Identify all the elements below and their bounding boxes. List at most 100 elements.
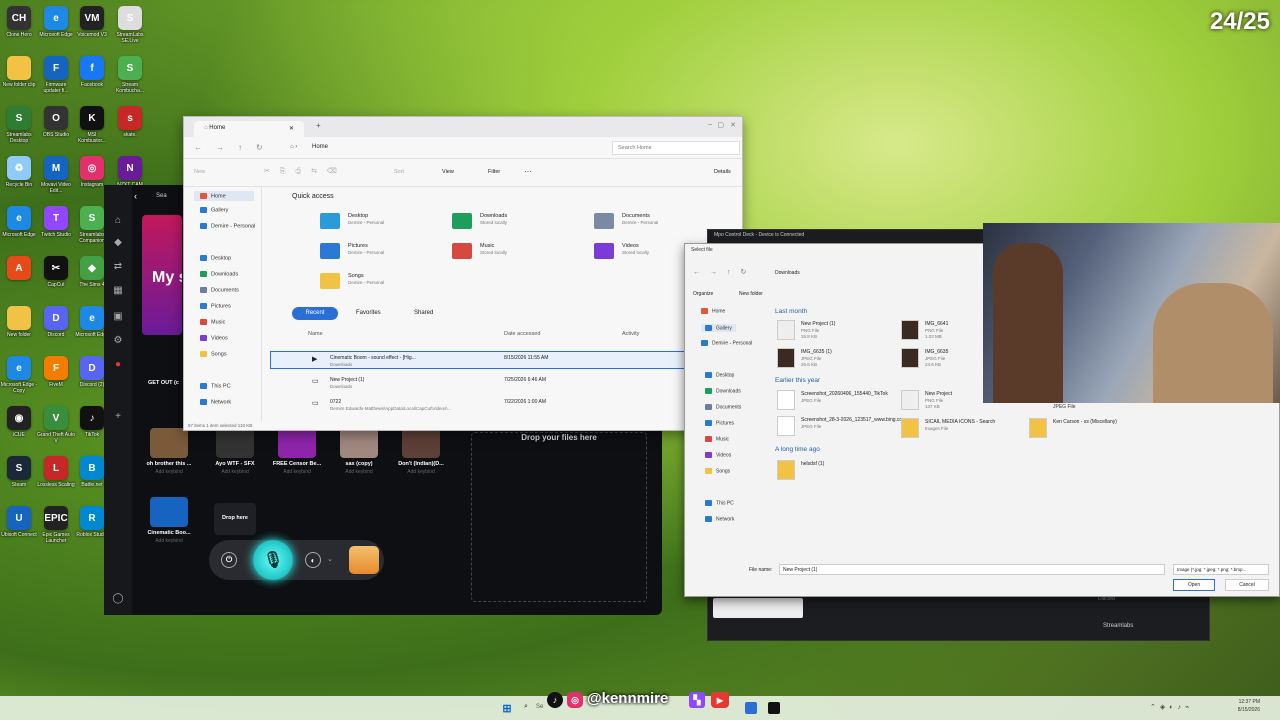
dialog-nav-downloads[interactable]: Downloads — [705, 388, 741, 394]
group-long-time-ago[interactable]: A long time ago — [775, 446, 820, 453]
dialog-nav-demire-personal[interactable]: Demire - Personal — [701, 340, 752, 346]
dialog-nav-documents[interactable]: Documents — [705, 404, 741, 410]
file-name[interactable]: 0722 — [330, 399, 341, 405]
breadcrumb[interactable]: Downloads — [775, 270, 800, 276]
tab-favorites[interactable]: Favorites — [356, 310, 381, 316]
desktop-icon[interactable]: L Lossless Scaling — [37, 456, 75, 488]
avatar[interactable]: ● — [112, 359, 124, 371]
dialog-nav-pictures[interactable]: Pictures — [705, 420, 734, 426]
desktop-icon[interactable]: ♻ Recycle Bin — [0, 156, 38, 188]
nav-item-this-pc[interactable]: This PC — [200, 383, 231, 389]
tab-recent[interactable]: Recent — [292, 307, 338, 320]
taskbar-app-icon[interactable] — [768, 702, 780, 714]
power-icon[interactable]: ⏻ — [221, 552, 237, 568]
desktop-icon[interactable]: U Ubisoft Connect — [0, 506, 38, 538]
sound-tile[interactable]: FREE Censor Be... Add keybind — [272, 428, 322, 475]
diamond-icon[interactable]: ◆ — [112, 237, 124, 249]
file-item[interactable]: New Project (1) PNG File 26.8 KB — [777, 320, 907, 342]
dialog-nav-network[interactable]: Network — [705, 516, 734, 522]
nav-item-desktop[interactable]: Desktop — [200, 255, 231, 261]
desktop-icon[interactable]: e Microsoft Edge — [0, 206, 38, 238]
desktop-icon[interactable]: D Discord — [37, 306, 75, 338]
grid-icon[interactable]: ▦ — [112, 285, 124, 297]
user-icon[interactable]: ◯ — [112, 593, 124, 605]
desktop-icon[interactable]: S Steam — [0, 456, 38, 488]
microphone-icon[interactable]: 🎙 — [253, 540, 293, 580]
add-keybind-link[interactable]: Add keybind — [144, 469, 194, 475]
sort-button[interactable]: Sort — [394, 169, 404, 175]
drop-here-slot[interactable]: Drop here — [214, 503, 256, 535]
add-keybind-link[interactable]: Add keybind — [272, 469, 322, 475]
back-icon[interactable]: ‹ — [134, 191, 137, 201]
file-name[interactable]: Cinematic Boom - sound effect - [Hig... — [330, 355, 416, 361]
desktop-icon[interactable]: S Streamlabs Desktop — [0, 106, 38, 144]
dialog-nav-music[interactable]: Music — [705, 436, 729, 442]
chevron-down-icon[interactable]: ⌄ — [327, 555, 333, 563]
quick-access-music[interactable]: Music Stored locally — [452, 243, 572, 263]
close-window-icon[interactable]: ✕ — [730, 121, 736, 129]
sound-tile[interactable]: oh brother this ... Add keybind — [144, 428, 194, 475]
taskbar-app-icon[interactable] — [745, 702, 757, 714]
nav-item-songs[interactable]: Songs — [200, 351, 227, 357]
sound-tile[interactable]: Ayo WTF - SFX Add keybind — [210, 428, 260, 475]
desktop-icon[interactable]: NNZXT CAM — [111, 156, 149, 188]
desktop-icon[interactable]: ◎ Instagram — [73, 156, 111, 188]
nav-item-documents[interactable]: Documents — [200, 287, 239, 293]
nav-item-network[interactable]: Network — [200, 399, 231, 405]
nav-item-downloads[interactable]: Downloads — [200, 271, 238, 277]
file-item[interactable]: Ken Carson - ss (Miscellany) — [1029, 418, 1159, 440]
file-item[interactable]: Screenshot_28-3-2026_123517_www.bing.com… — [777, 416, 907, 438]
desktop-icon[interactable]: e Microsoft Edge - Copy — [0, 356, 38, 394]
new-tab-icon[interactable]: + — [316, 121, 321, 130]
nav-item-demire-personal[interactable]: Demire - Personal — [200, 223, 255, 229]
ear-icon[interactable]: ◐ — [305, 552, 321, 568]
breadcrumb[interactable]: Home — [302, 143, 582, 155]
desktop-icon[interactable]: VM Voicemod V3 — [73, 6, 111, 38]
add-keybind-link[interactable]: Add keybind — [210, 469, 260, 475]
quick-access-pictures[interactable]: Pictures Demire - Personal — [320, 243, 440, 263]
nav-item-pictures[interactable]: Pictures — [200, 303, 231, 309]
desktop-icon[interactable]: e Microsoft Edge — [37, 6, 75, 38]
desktop-icon[interactable]: s skate. — [111, 106, 149, 138]
desktop-icon[interactable]: S StreamLabs SE.Live — [111, 6, 149, 44]
clipboard-icons[interactable]: ✂⎘⎙⇆⌫ — [264, 167, 347, 176]
dialog-nav-this-pc[interactable]: This PC — [705, 500, 734, 506]
details-button[interactable]: Details — [714, 169, 731, 175]
desktop-icon[interactable]: F FiveM — [37, 356, 75, 388]
search-fragment[interactable]: Sea — [156, 193, 167, 199]
dialog-nav-home[interactable]: Home — [701, 308, 725, 314]
file-type-select[interactable]: Image (*.jpg; *.jpeg; *.png; *.bmp... — [1173, 564, 1269, 575]
nav-item-home[interactable]: Home — [194, 191, 254, 202]
sound-tile[interactable]: Don't (Indian)(D... Add keybind — [396, 428, 446, 475]
organize-button[interactable]: Organize — [693, 291, 713, 297]
quick-access-desktop[interactable]: Desktop Demire - Personal — [320, 213, 440, 233]
gear-icon[interactable]: ⚙ — [112, 335, 124, 347]
group-earlier-this-year[interactable]: Earlier this year — [775, 377, 820, 384]
group-last-month[interactable]: Last month — [775, 308, 807, 315]
new-button[interactable]: New — [194, 169, 205, 175]
nav-item-videos[interactable]: Videos — [200, 335, 228, 341]
file-item[interactable]: IMG_6635 (1) JPEG File 26.6 KB — [777, 348, 907, 370]
drop-files-zone[interactable]: Drop your files here — [471, 432, 647, 602]
nav-arrows-icon[interactable]: ←→↑↻ — [194, 143, 277, 152]
more-icon[interactable]: ··· — [524, 167, 532, 176]
nav-item-gallery[interactable]: Gallery — [200, 207, 228, 213]
sound-tile[interactable]: Cinematic Boo... Add keybind — [144, 497, 194, 544]
file-name[interactable]: New Project (1) — [330, 377, 364, 383]
quick-access-downloads[interactable]: Downloads Stored locally — [452, 213, 572, 233]
tray-icons[interactable]: ⌃◈◐♪⌁ — [1150, 703, 1193, 711]
shuffle-icon[interactable]: ⇄ — [112, 261, 124, 273]
desktop-icon[interactable]: M Movavi Video Edit... — [37, 156, 75, 194]
file-name-input[interactable]: New Project (1) — [779, 564, 1165, 575]
desktop-icon[interactable]: O OBS Studio — [37, 106, 75, 138]
desktop-icon[interactable]: K MSI Kombustor... — [73, 106, 111, 144]
dialog-nav-songs[interactable]: Songs — [705, 468, 730, 474]
view-button[interactable]: View — [442, 169, 454, 175]
desktop-icon[interactable]: f Facebook — [73, 56, 111, 88]
cancel-button[interactable]: Cancel — [1225, 579, 1269, 591]
desktop-icon[interactable]: A — [0, 256, 38, 282]
desktop-icon[interactable]: T Twitch Studio — [37, 206, 75, 238]
home-icon[interactable]: ⌂ — [112, 215, 124, 227]
search-icon[interactable]: ⌕ — [524, 703, 528, 711]
desktop-icon[interactable]: ✂ CapCut — [37, 256, 75, 288]
